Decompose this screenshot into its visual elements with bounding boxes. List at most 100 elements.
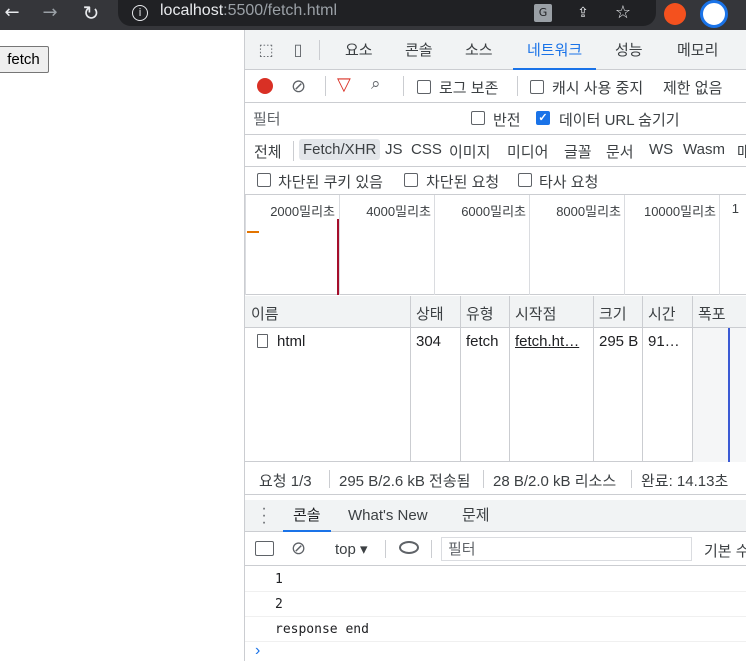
- console-message: 1: [245, 567, 746, 592]
- tab-network[interactable]: 네트워크: [513, 30, 597, 70]
- tick-label: 1: [731, 201, 739, 216]
- extension-icon[interactable]: [664, 3, 686, 25]
- blocked-requests-checkbox[interactable]: [404, 173, 418, 187]
- blocked-cookies-label: 차단된 쿠키 있음: [278, 174, 383, 191]
- disable-cache-checkbox[interactable]: [530, 80, 544, 94]
- type-font[interactable]: 글꼴: [564, 141, 592, 162]
- site-info-icon[interactable]: i: [132, 5, 148, 21]
- row-size: 295 B: [599, 333, 639, 350]
- type-wasm[interactable]: Wasm: [683, 141, 725, 158]
- request-table: 이름 상태 유형 시작점 크기 시간 폭포 html 304 fetch fet…: [245, 296, 746, 462]
- document-icon: [257, 334, 268, 348]
- invert-checkbox[interactable]: [471, 111, 485, 125]
- type-js[interactable]: JS: [385, 141, 403, 158]
- live-expression-eye-icon[interactable]: [399, 541, 419, 554]
- row-initiator-link[interactable]: fetch.ht…: [515, 333, 579, 350]
- third-party-checkbox[interactable]: [518, 173, 532, 187]
- tab-memory[interactable]: 메모리: [677, 30, 718, 70]
- log-levels-select[interactable]: 기본 수: [704, 540, 746, 561]
- tab-performance[interactable]: 성능: [615, 30, 643, 70]
- col-waterfall[interactable]: 폭포: [698, 303, 726, 324]
- summary-requests: 요청 1/3: [259, 473, 312, 490]
- summary-transferred: 295 B/2.6 kB 전송됨: [339, 473, 471, 490]
- type-css[interactable]: CSS: [411, 141, 442, 158]
- hide-data-urls-checkbox[interactable]: ✓: [536, 111, 550, 125]
- table-header: 이름 상태 유형 시작점 크기 시간 폭포: [245, 296, 746, 328]
- record-icon[interactable]: [257, 78, 273, 94]
- tab-sources[interactable]: 소스: [465, 30, 493, 70]
- console-message: 2: [245, 592, 746, 617]
- drawer-menu-icon[interactable]: · · ·: [261, 501, 267, 531]
- share-icon[interactable]: ⇪: [574, 4, 592, 22]
- reload-button[interactable]: ↻: [78, 0, 104, 26]
- resource-type-filters: 전체 Fetch/XHR JS CSS 이미지 미디어 글꼴 문서 WS Was…: [245, 135, 746, 167]
- row-name[interactable]: html: [277, 333, 305, 350]
- tab-elements[interactable]: 요소: [345, 30, 373, 70]
- drawer-tab-issues[interactable]: 문제: [462, 500, 490, 532]
- network-filter-input[interactable]: 필터: [251, 108, 455, 130]
- preserve-log-checkbox[interactable]: [417, 80, 431, 94]
- throttling-select[interactable]: 제한 없음: [663, 77, 722, 98]
- type-media[interactable]: 미디어: [507, 141, 548, 162]
- profile-avatar[interactable]: [700, 0, 728, 28]
- inspect-element-icon[interactable]: ⬚: [255, 40, 277, 62]
- col-time[interactable]: 시간: [648, 303, 676, 324]
- col-size[interactable]: 크기: [599, 303, 627, 324]
- type-fetch-xhr[interactable]: Fetch/XHR: [299, 139, 381, 160]
- summary-resources: 28 B/2.0 kB 리소스: [493, 473, 617, 490]
- type-ws[interactable]: WS: [649, 141, 673, 158]
- third-party-label: 타사 요청: [539, 174, 599, 191]
- type-image[interactable]: 이미지: [449, 141, 490, 162]
- clear-console-icon[interactable]: ⊘: [291, 538, 306, 559]
- clear-icon[interactable]: ⊘: [291, 76, 306, 97]
- device-toolbar-icon[interactable]: ▯: [287, 40, 309, 62]
- fetch-button[interactable]: fetch: [0, 46, 49, 73]
- url-text[interactable]: localhost:5500/fetch.html: [160, 2, 337, 20]
- col-initiator[interactable]: 시작점: [515, 303, 556, 324]
- drawer-tab-whats-new[interactable]: What's New: [348, 500, 428, 532]
- bookmark-star-icon[interactable]: ☆: [614, 4, 632, 22]
- browser-toolbar: ← → ↻ i localhost:5500/fetch.html G ⇪ ☆: [0, 0, 746, 30]
- row-type: fetch: [466, 333, 499, 350]
- network-overview-timeline[interactable]: 2000밀리초 4000밀리초 6000밀리초 8000밀리초 10000밀리초…: [245, 195, 746, 295]
- request-bar-marker: [247, 231, 259, 233]
- tick-label: 2000밀리초: [270, 204, 335, 219]
- forward-button[interactable]: →: [36, 0, 64, 26]
- drawer-tab-console[interactable]: 콘솔: [283, 500, 331, 532]
- blocked-filters: 차단된 쿠키 있음 차단된 요청 타사 요청: [245, 167, 746, 195]
- type-doc[interactable]: 문서: [606, 141, 634, 162]
- col-status[interactable]: 상태: [416, 303, 444, 324]
- invert-label: 반전: [493, 112, 521, 129]
- devtools-panel: ⬚ ▯ 요소 콘솔 소스 네트워크 성능 메모리 ⊘ ▽ ⌕ 로그 보존 캐시 …: [244, 30, 746, 661]
- preserve-log-label: 로그 보존: [439, 80, 499, 97]
- context-select[interactable]: top ▾: [335, 540, 368, 558]
- devtools-tabbar: ⬚ ▯ 요소 콘솔 소스 네트워크 성능 메모리: [245, 30, 746, 70]
- console-filter-input[interactable]: 필터: [441, 537, 692, 561]
- col-name[interactable]: 이름: [251, 303, 279, 324]
- console-toolbar: ⊘ top ▾ 필터 기본 수: [245, 532, 746, 566]
- type-manifest[interactable]: 매: [737, 141, 746, 162]
- blocked-requests-label: 차단된 요청: [426, 174, 500, 191]
- page-viewport: fetch: [0, 30, 244, 661]
- search-icon[interactable]: ⌕: [371, 74, 381, 94]
- translate-icon[interactable]: G: [534, 4, 552, 22]
- blocked-cookies-checkbox[interactable]: [257, 173, 271, 187]
- load-event-line: [337, 219, 339, 295]
- sidebar-toggle-icon[interactable]: [255, 541, 274, 556]
- tick-label: 8000밀리초: [556, 204, 621, 219]
- console-message: response end: [245, 617, 746, 642]
- table-row[interactable]: html 304 fetch fetch.ht… 295 B 91…: [245, 328, 746, 356]
- summary-finish: 완료: 14.13초: [641, 473, 729, 490]
- row-time: 91…: [648, 333, 680, 350]
- row-status: 304: [416, 333, 442, 350]
- filter-funnel-icon[interactable]: ▽: [337, 74, 351, 95]
- address-bar[interactable]: i localhost:5500/fetch.html G ⇪ ☆: [118, 0, 656, 26]
- disable-cache-label: 캐시 사용 중지: [552, 80, 644, 97]
- drawer-tabbar: · · · 콘솔 What's New 문제: [245, 500, 746, 532]
- filter-row: 필터 반전 ✓ 데이터 URL 숨기기: [245, 103, 746, 135]
- console-prompt[interactable]: ›: [255, 642, 260, 660]
- type-all[interactable]: 전체: [254, 141, 282, 162]
- col-type[interactable]: 유형: [466, 303, 494, 324]
- tab-console[interactable]: 콘솔: [405, 30, 433, 70]
- back-button[interactable]: ←: [0, 0, 24, 26]
